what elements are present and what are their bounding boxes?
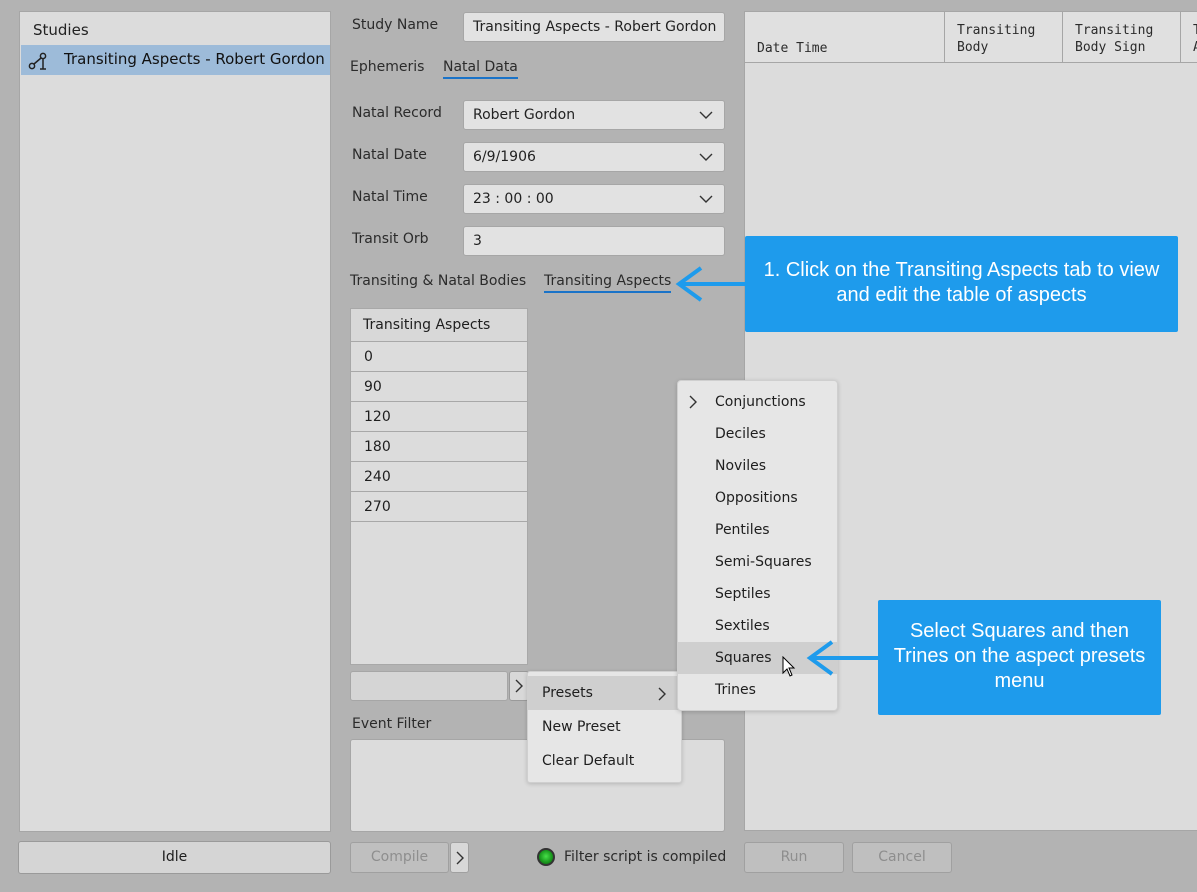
study-item-label: Transiting Aspects - Robert Gordon: [64, 50, 325, 68]
natal-record-select[interactable]: Robert Gordon: [463, 100, 725, 130]
chevron-down-icon: [699, 153, 713, 161]
study-list-item[interactable]: Transiting Aspects - Robert Gordon: [21, 45, 330, 75]
natal-time-value: 23 : 00 : 00: [473, 191, 554, 207]
aspect-menu-button[interactable]: [509, 671, 529, 701]
studies-panel: Studies Transiting Aspects - Robert Gord…: [19, 11, 331, 832]
submenu-item-semi-squares[interactable]: Semi-Squares: [678, 546, 837, 578]
submenu-item-pentiles[interactable]: Pentiles: [678, 514, 837, 546]
tab-natal-data[interactable]: Natal Data: [443, 59, 518, 79]
column-header-line: A: [1193, 40, 1197, 55]
submenu-item-conjunctions[interactable]: Conjunctions: [678, 386, 837, 418]
cancel-button[interactable]: Cancel: [852, 842, 952, 873]
table-row[interactable]: 240: [351, 462, 527, 492]
table-row[interactable]: 270: [351, 492, 527, 522]
chevron-right-icon: [689, 395, 697, 409]
arrow-left-icon: [675, 266, 746, 302]
run-button[interactable]: Run: [744, 842, 844, 873]
submenu-item-oppositions[interactable]: Oppositions: [678, 482, 837, 514]
menu-item-new-preset[interactable]: New Preset: [528, 710, 681, 744]
column-header-line: Date Time: [757, 41, 828, 56]
natal-date-value: 6/9/1906: [473, 149, 536, 165]
chevron-down-icon: [699, 111, 713, 119]
column-header-line: Body Sign: [1075, 40, 1146, 55]
column-header-transiting-body[interactable]: Transiting Body: [945, 12, 1063, 63]
table-row[interactable]: 0: [351, 342, 527, 372]
mouse-pointer-icon: [782, 656, 796, 677]
status-light-icon: [537, 848, 555, 866]
table-row[interactable]: 120: [351, 402, 527, 432]
natal-date-picker[interactable]: 6/9/1906: [463, 142, 725, 172]
table-row[interactable]: 90: [351, 372, 527, 402]
arrow-left-icon: [806, 640, 879, 676]
menu-item-presets[interactable]: Presets: [528, 676, 681, 710]
natal-record-value: Robert Gordon: [473, 107, 576, 123]
natal-record-label: Natal Record: [352, 105, 442, 121]
transit-study-icon: [28, 52, 47, 70]
natal-time-label: Natal Time: [352, 189, 428, 205]
tab-transiting-natal-bodies[interactable]: Transiting & Natal Bodies: [350, 273, 526, 289]
aspects-table: Transiting Aspects 0 90 120 180 240 270: [350, 308, 528, 665]
submenu-item-septiles[interactable]: Septiles: [678, 578, 837, 610]
chevron-right-icon: [456, 851, 464, 865]
table-row[interactable]: 180: [351, 432, 527, 462]
aspects-column-header[interactable]: Transiting Aspects: [351, 309, 527, 342]
menu-item-clear-default[interactable]: Clear Default: [528, 744, 681, 778]
column-header-partial[interactable]: T A: [1181, 12, 1197, 63]
chevron-right-icon: [658, 687, 666, 701]
chevron-down-icon: [699, 195, 713, 203]
submenu-item-deciles[interactable]: Deciles: [678, 418, 837, 450]
status-button[interactable]: Idle: [18, 841, 331, 874]
presets-context-menu: Presets New Preset Clear Default: [527, 671, 682, 783]
compile-options-button[interactable]: [450, 842, 469, 873]
study-name-label: Study Name: [352, 17, 439, 33]
chevron-right-icon: [515, 679, 523, 693]
column-header-line: Body: [957, 40, 989, 55]
natal-time-picker[interactable]: 23 : 00 : 00: [463, 184, 725, 214]
transit-orb-input[interactable]: 3: [463, 226, 725, 256]
event-filter-label: Event Filter: [352, 716, 432, 732]
column-header-date-time[interactable]: Date Time: [745, 12, 945, 63]
compile-button[interactable]: Compile: [350, 842, 449, 873]
tab-ephemeris[interactable]: Ephemeris: [350, 59, 424, 75]
column-header-line: T: [1193, 23, 1197, 38]
grid-header: Date Time Transiting Body Transiting Bod…: [745, 12, 1197, 63]
menu-item-label: Presets: [542, 685, 593, 701]
studies-header: Studies: [33, 21, 89, 39]
submenu-item-noviles[interactable]: Noviles: [678, 450, 837, 482]
aspect-add-input[interactable]: [350, 671, 508, 701]
natal-date-label: Natal Date: [352, 147, 427, 163]
filter-status-text: Filter script is compiled: [564, 849, 727, 865]
column-header-transiting-body-sign[interactable]: Transiting Body Sign: [1063, 12, 1181, 63]
callout-tab-hint: 1. Click on the Transiting Aspects tab t…: [745, 236, 1178, 332]
submenu-item-label: Conjunctions: [715, 394, 806, 410]
tab-transiting-aspects[interactable]: Transiting Aspects: [544, 273, 672, 293]
column-header-line: Transiting: [957, 23, 1036, 38]
transit-orb-label: Transit Orb: [352, 231, 429, 247]
study-name-input[interactable]: Transiting Aspects - Robert Gordon: [463, 12, 725, 42]
column-header-line: Transiting: [1075, 23, 1154, 38]
callout-squares-hint: Select Squares and then Trines on the as…: [878, 600, 1161, 715]
